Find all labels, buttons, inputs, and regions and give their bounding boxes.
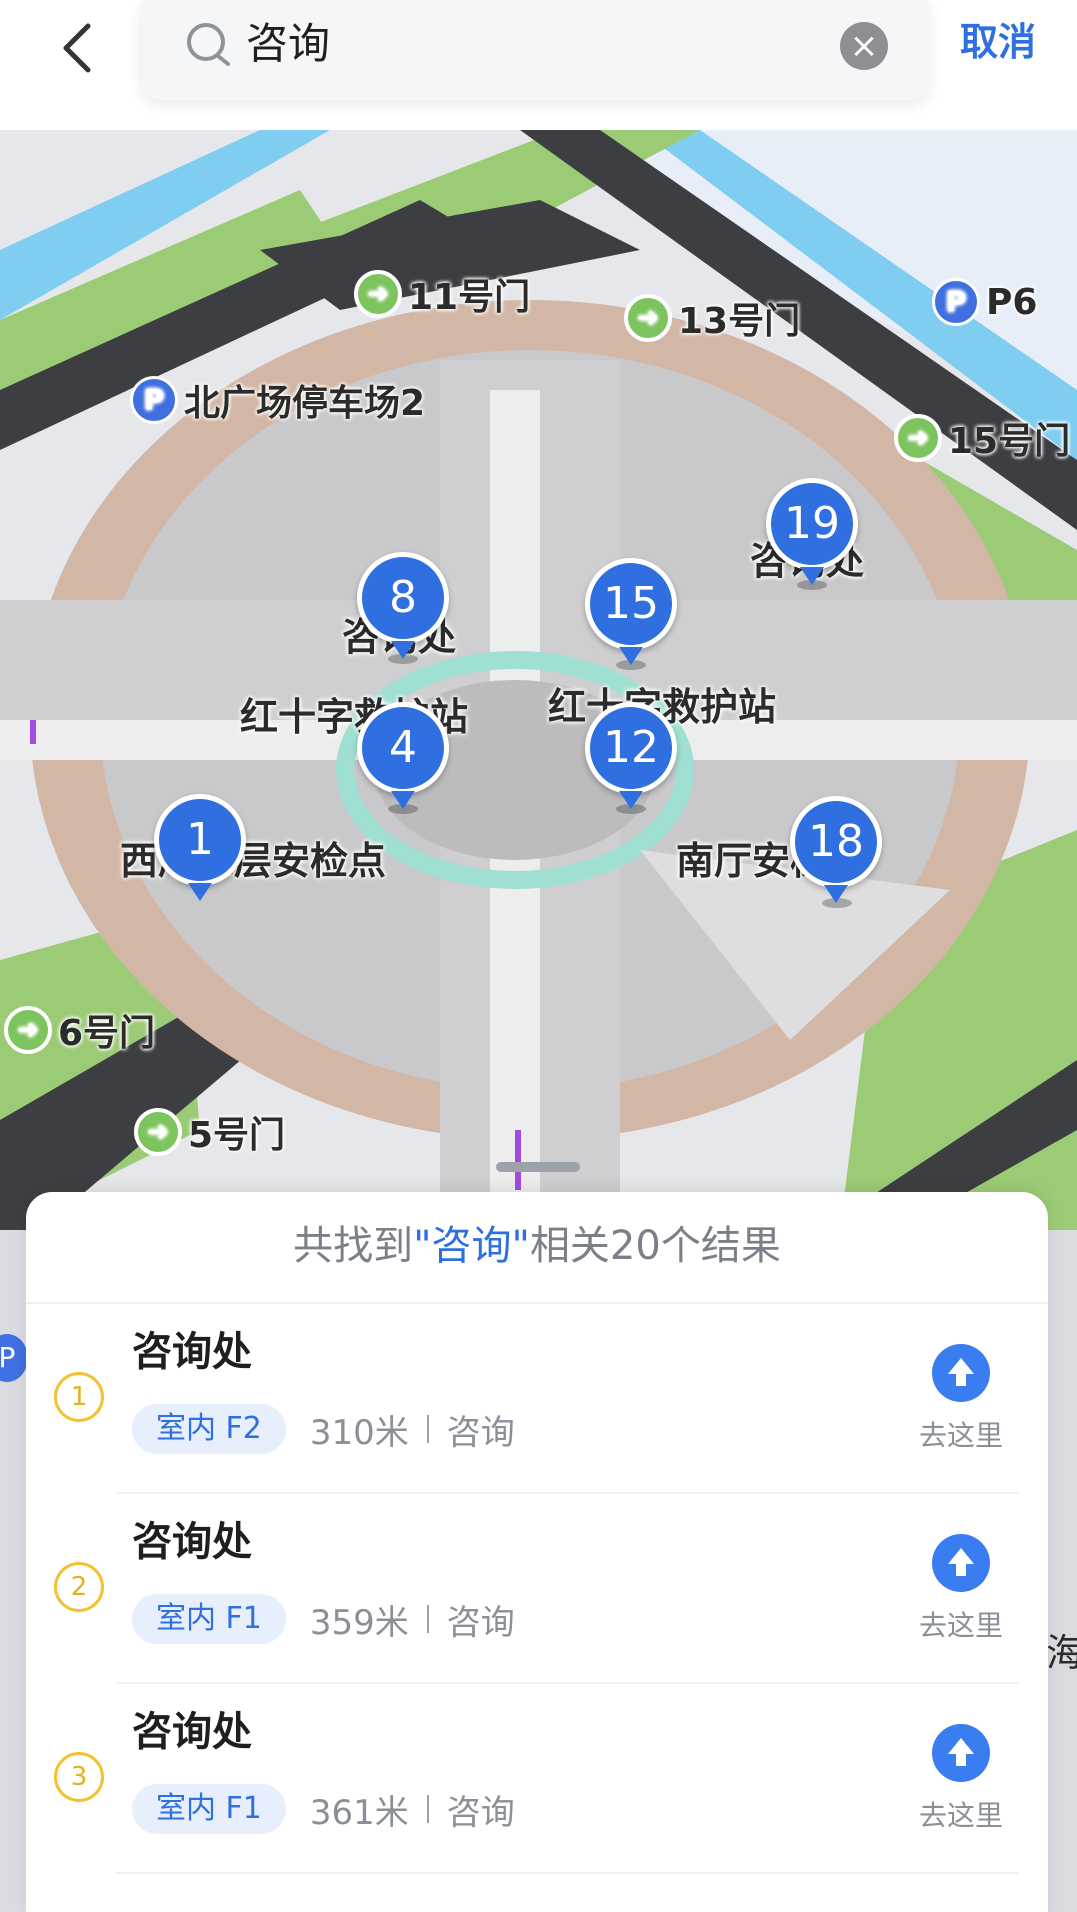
navigate-arrow-icon	[932, 1344, 990, 1402]
cancel-button[interactable]: 取消	[960, 14, 1036, 70]
door-label: 13号门	[678, 301, 801, 342]
result-meta: 室内 F1 359米 咨询	[132, 1594, 515, 1644]
parking-marker-north-plaza-2[interactable]: P 北广场停车场2	[130, 374, 425, 426]
distance: 361米	[309, 1792, 409, 1833]
parking-icon: P	[932, 278, 980, 326]
back-button[interactable]	[52, 18, 112, 78]
map-pin-4[interactable]: 4	[357, 702, 449, 794]
parking-marker-p6[interactable]: P P6	[932, 278, 1037, 326]
door-marker-5[interactable]: ➜ 5号门	[134, 1106, 285, 1158]
results-sheet: 共找到"咨询"相关20个结果 1 咨询处 室内 F2 310米 咨询 去这里 2…	[26, 1162, 1048, 1912]
parking-label: P6	[986, 281, 1038, 323]
result-item[interactable]: 1 咨询处 室内 F2 310米 咨询 去这里	[26, 1304, 1048, 1494]
door-label: 11号门	[408, 277, 531, 318]
separator	[426, 1795, 429, 1823]
map-pin-12[interactable]: 12	[585, 702, 677, 794]
result-item[interactable]: 3 咨询处 室内 F1 361米 咨询 去这里	[26, 1684, 1048, 1874]
go-here-button[interactable]: 去这里	[916, 1344, 1006, 1464]
summary-suffix: 相关20个结果	[529, 1223, 781, 1269]
floor-tag: 室内 F2	[132, 1404, 286, 1454]
door-marker-11[interactable]: ➜ 11号门	[354, 268, 530, 320]
result-meta: 室内 F1 361米 咨询	[132, 1784, 515, 1834]
summary-prefix: 共找到	[293, 1223, 414, 1269]
result-meta: 室内 F2 310米 咨询	[132, 1404, 515, 1454]
result-summary: 共找到"咨询"相关20个结果	[26, 1218, 1048, 1274]
chevron-left-icon	[63, 23, 91, 73]
map-canvas	[0, 130, 1077, 1230]
door-marker-15[interactable]: ➜ 15号门	[894, 412, 1070, 464]
rank-badge: 3	[54, 1752, 104, 1802]
parking-icon: P	[0, 1334, 28, 1382]
result-title: 咨询处	[132, 1709, 252, 1755]
map-edge-label: 海	[1046, 1631, 1077, 1675]
category: 咨询	[446, 1792, 515, 1833]
close-icon: ×	[849, 26, 879, 66]
exit-door-icon: ➜	[4, 1006, 52, 1054]
door-label: 15号门	[948, 421, 1071, 462]
category: 咨询	[446, 1602, 515, 1643]
door-label: 6号门	[58, 1013, 156, 1054]
parking-label: 北广场停车场2	[184, 383, 426, 424]
exit-door-icon: ➜	[894, 414, 942, 462]
rank-badge: 2	[54, 1562, 104, 1612]
result-title: 咨询处	[132, 1329, 252, 1375]
parking-icon: P	[130, 376, 178, 424]
floor-tag: 室内 F1	[132, 1594, 286, 1644]
drag-handle[interactable]	[496, 1162, 580, 1172]
exit-door-icon: ➜	[134, 1108, 182, 1156]
indoor-map[interactable]: ➜ 11号门 ➜ 13号门 ➜ 15号门 ➜ 6号门 ➜ 5号门 P 北广场停车…	[0, 130, 1077, 1230]
top-bar: 咨询 × 取消	[0, 0, 1077, 130]
go-here-label: 去这里	[918, 1799, 1003, 1832]
search-icon	[187, 23, 230, 66]
go-here-button[interactable]: 去这里	[916, 1534, 1006, 1654]
map-pin-1[interactable]: 1	[154, 794, 246, 886]
result-title: 咨询处	[132, 1519, 252, 1565]
navigate-arrow-icon	[932, 1534, 990, 1592]
search-input[interactable]: 咨询	[246, 16, 330, 72]
separator	[426, 1415, 429, 1443]
go-here-button[interactable]: 去这里	[916, 1724, 1006, 1844]
exit-door-icon: ➜	[354, 270, 402, 318]
door-label: 5号门	[188, 1115, 286, 1156]
floor-tag: 室内 F1	[132, 1784, 286, 1834]
distance: 359米	[309, 1602, 409, 1643]
exit-door-icon: ➜	[624, 294, 672, 342]
summary-keyword: "咨询"	[413, 1223, 530, 1269]
map-pin-8[interactable]: 8	[357, 552, 449, 644]
door-marker-6[interactable]: ➜ 6号门	[4, 1004, 155, 1056]
map-pin-18[interactable]: 18	[790, 796, 882, 888]
go-here-label: 去这里	[918, 1609, 1003, 1642]
navigate-arrow-icon	[932, 1724, 990, 1782]
go-here-label: 去这里	[918, 1419, 1003, 1452]
distance: 310米	[309, 1412, 409, 1453]
map-pin-19[interactable]: 19	[766, 478, 858, 570]
search-box[interactable]: 咨询 ×	[140, 0, 930, 100]
door-marker-13[interactable]: ➜ 13号门	[624, 292, 800, 344]
divider	[116, 1872, 1018, 1874]
map-pin-15[interactable]: 15	[585, 558, 677, 650]
category: 咨询	[446, 1412, 515, 1453]
clear-search-button[interactable]: ×	[840, 22, 888, 70]
result-item[interactable]: 2 咨询处 室内 F1 359米 咨询 去这里	[26, 1494, 1048, 1684]
separator	[426, 1605, 429, 1633]
rank-badge: 1	[54, 1372, 104, 1422]
